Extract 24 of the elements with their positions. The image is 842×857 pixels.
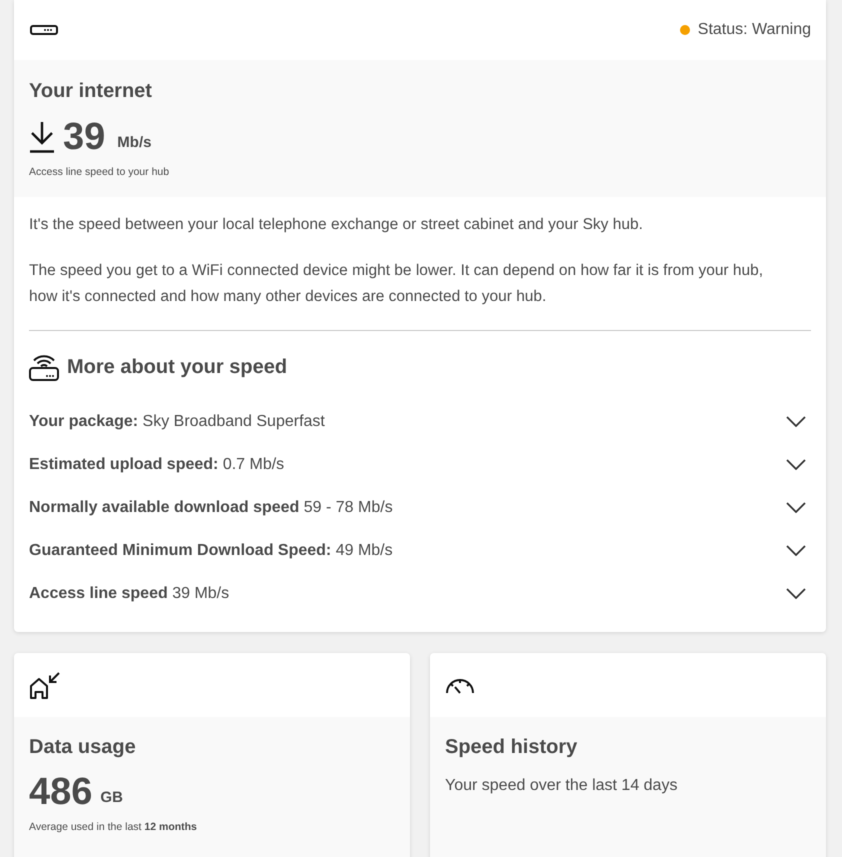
hub-icon (30, 25, 58, 35)
section-title: Your internet (29, 79, 153, 103)
tile-title: Speed history (445, 735, 578, 759)
speed-unit: Mb/s (117, 133, 152, 153)
info-paragraph: It's the speed between your local telephone exchange or street cabinet and your Sky hub. (29, 215, 644, 235)
tile-title: Data usage (29, 735, 137, 759)
speed-value: 39 (63, 117, 106, 157)
accordion-row[interactable]: Normally available download speed 59 - 78 Mb/s (29, 486, 811, 529)
download-arrow-icon (29, 121, 55, 153)
accordion-row[interactable]: Access line speed 39 Mb/s (29, 572, 811, 615)
usage-caption: Average used in the last 12 months (29, 820, 198, 834)
info-paragraph: The speed you get to a WiFi connected device might be lower. It can depend on how far it is from your hub, how it's connected and how many other devices are connected to your hub. (29, 261, 764, 307)
status-text: Status: Warning (698, 20, 811, 40)
section-title: More about your speed (67, 355, 288, 379)
gauge-icon (445, 676, 475, 694)
usage-value: 486 (29, 772, 92, 812)
speed-caption: Access line speed to your hub (29, 165, 170, 179)
house-arrow-icon (29, 671, 61, 699)
usage-unit: GB (100, 788, 123, 808)
wifi-router-icon (29, 353, 59, 381)
accordion-row[interactable]: Estimated upload speed: 0.7 Mb/s (29, 443, 811, 486)
accordion-row[interactable]: Your package: Sky Broadband Superfast (29, 400, 811, 443)
accordion-row[interactable]: Guaranteed Minimum Download Speed: 49 Mb/s (29, 529, 811, 572)
tile-text: Your speed over the last 14 days (445, 776, 678, 796)
